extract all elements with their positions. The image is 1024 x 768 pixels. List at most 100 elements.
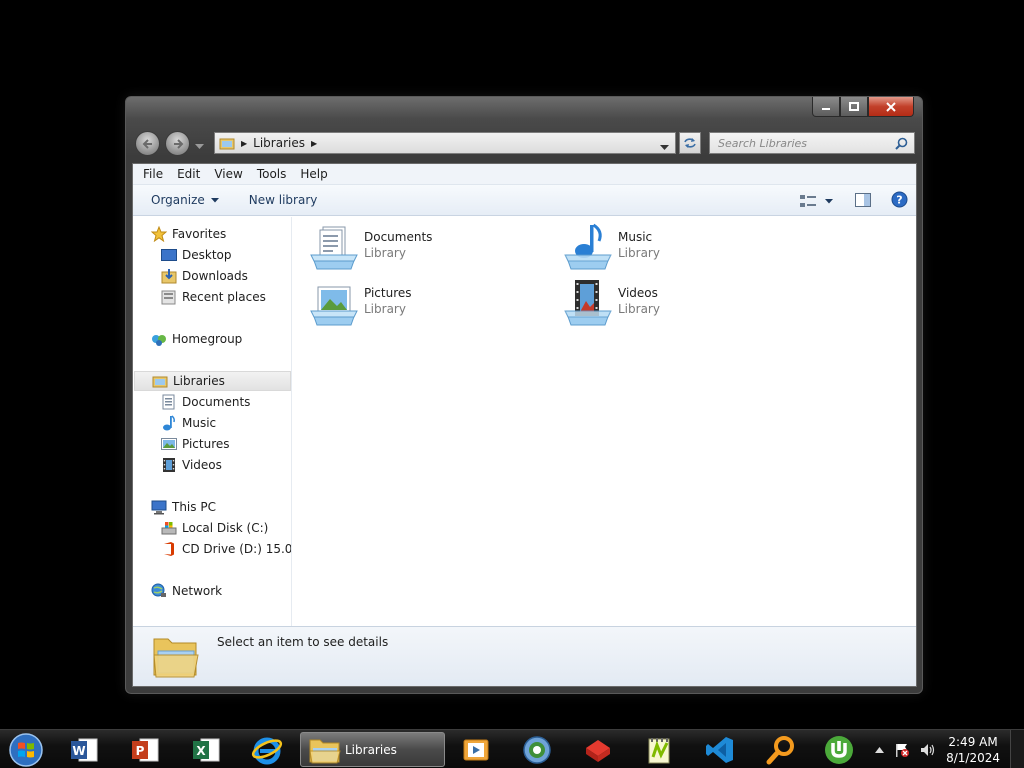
chevron-down-icon bbox=[195, 144, 204, 149]
nav-homegroup[interactable]: Homegroup bbox=[151, 329, 242, 349]
taskbar-utorrent[interactable] bbox=[813, 732, 865, 767]
menu-file[interactable]: File bbox=[137, 167, 171, 181]
new-library-button[interactable]: New library bbox=[249, 193, 318, 207]
recent-pages-dropdown[interactable] bbox=[195, 139, 204, 153]
taskbar-internet-explorer[interactable] bbox=[241, 732, 293, 767]
window-controls bbox=[812, 97, 914, 117]
menu-help[interactable]: Help bbox=[294, 167, 335, 181]
close-button[interactable] bbox=[868, 97, 914, 117]
chevron-down-icon bbox=[660, 145, 669, 150]
nav-local-disk[interactable]: Local Disk (C:) bbox=[161, 518, 268, 538]
organize-button[interactable]: Organize bbox=[151, 193, 219, 207]
library-name: Pictures bbox=[364, 286, 412, 300]
menu-edit[interactable]: Edit bbox=[171, 167, 208, 181]
breadcrumb-separator-icon[interactable]: ▶ bbox=[311, 139, 317, 148]
library-name: Documents bbox=[364, 230, 433, 244]
pictures-library-icon bbox=[310, 286, 358, 326]
taskbar-excel[interactable]: X bbox=[180, 732, 232, 767]
nav-pictures[interactable]: Pictures bbox=[161, 434, 230, 454]
pictures-icon bbox=[161, 436, 177, 452]
search-icon[interactable] bbox=[895, 137, 908, 150]
preview-pane-icon bbox=[855, 192, 871, 207]
nav-label: Downloads bbox=[182, 269, 248, 283]
volume-button[interactable] bbox=[920, 743, 936, 757]
taskbar-word[interactable]: W bbox=[58, 732, 110, 767]
library-name: Videos bbox=[618, 286, 658, 300]
taskbar-search-app[interactable] bbox=[755, 732, 807, 767]
recent-places-icon bbox=[161, 289, 177, 305]
nav-recent-places[interactable]: Recent places bbox=[161, 287, 266, 307]
globe-browser-icon bbox=[523, 735, 551, 764]
menu-view[interactable]: View bbox=[208, 167, 250, 181]
word-icon: W bbox=[71, 738, 98, 761]
library-documents[interactable]: Documents Library bbox=[309, 221, 509, 271]
chevron-down-icon bbox=[210, 197, 219, 202]
nav-desktop[interactable]: Desktop bbox=[161, 245, 232, 265]
nav-favorites[interactable]: Favorites bbox=[151, 224, 226, 244]
show-desktop-button[interactable] bbox=[1010, 730, 1024, 768]
nav-cd-drive[interactable]: CD Drive (D:) 15.0.45 bbox=[161, 539, 291, 559]
nav-label: Pictures bbox=[182, 437, 230, 451]
taskbar-vscode[interactable] bbox=[694, 732, 746, 767]
address-dropdown[interactable] bbox=[660, 140, 669, 154]
taskbar-browser[interactable] bbox=[511, 732, 563, 767]
breadcrumb-libraries[interactable]: Libraries bbox=[253, 136, 305, 150]
preview-pane-button[interactable] bbox=[855, 192, 871, 210]
taskbar-archive-app[interactable] bbox=[572, 732, 624, 767]
nav-libraries[interactable]: Libraries bbox=[134, 371, 291, 391]
nav-this-pc[interactable]: This PC bbox=[151, 497, 216, 517]
change-view-button[interactable] bbox=[799, 194, 833, 209]
taskbar-libraries[interactable]: Libraries bbox=[300, 732, 445, 767]
details-message: Select an item to see details bbox=[217, 635, 389, 649]
nav-label: Local Disk (C:) bbox=[182, 521, 269, 535]
back-button[interactable] bbox=[135, 131, 160, 156]
help-button[interactable]: ? bbox=[891, 191, 908, 211]
close-icon bbox=[886, 101, 896, 112]
library-music[interactable]: Music Library bbox=[563, 221, 763, 271]
address-bar[interactable]: ▶ Libraries ▶ bbox=[214, 132, 676, 154]
documents-library-icon bbox=[310, 226, 358, 270]
maximize-button[interactable] bbox=[840, 97, 868, 117]
libraries-folder-icon bbox=[219, 138, 235, 150]
minimize-button[interactable] bbox=[812, 97, 840, 117]
nav-documents[interactable]: Documents bbox=[161, 392, 250, 412]
internet-explorer-icon bbox=[251, 737, 283, 764]
forward-button[interactable] bbox=[165, 131, 190, 156]
svg-text:P: P bbox=[136, 744, 145, 758]
taskbar-powerpoint[interactable]: P bbox=[119, 732, 171, 767]
libraries-folder-icon bbox=[309, 739, 341, 763]
nav-music[interactable]: Music bbox=[161, 413, 216, 433]
library-pictures[interactable]: Pictures Library bbox=[309, 277, 509, 327]
explorer-window: ▶ Libraries ▶ File Edit View T bbox=[125, 96, 923, 694]
nav-label: Music bbox=[182, 416, 217, 430]
taskbar-notepad-plus-plus[interactable] bbox=[633, 732, 685, 767]
view-options-icon bbox=[800, 194, 816, 207]
taskbar: W P X Libraries 2:49 AM 8/1/2024 bbox=[0, 729, 1024, 768]
nav-network[interactable]: Network bbox=[151, 581, 222, 601]
refresh-button[interactable] bbox=[679, 132, 701, 154]
taskbar-app-label: Libraries bbox=[345, 742, 397, 757]
nav-downloads[interactable]: Downloads bbox=[161, 266, 248, 286]
library-name: Music bbox=[618, 230, 653, 244]
search-box[interactable] bbox=[709, 132, 915, 154]
clock-time: 2:49 AM bbox=[948, 734, 998, 749]
nav-videos[interactable]: Videos bbox=[161, 455, 222, 475]
powerpoint-icon: P bbox=[132, 738, 159, 761]
taskbar-media-player[interactable] bbox=[450, 732, 502, 767]
search-input[interactable] bbox=[718, 136, 895, 150]
homegroup-icon bbox=[151, 331, 167, 347]
film-strip-icon bbox=[161, 457, 177, 473]
network-icon bbox=[151, 583, 167, 599]
action-center-button[interactable] bbox=[894, 742, 910, 758]
start-button[interactable] bbox=[6, 731, 46, 768]
back-arrow-icon bbox=[142, 138, 152, 149]
clock[interactable]: 2:49 AM 8/1/2024 bbox=[946, 734, 1000, 766]
documents-icon bbox=[161, 394, 177, 410]
file-list: Documents Library Music Library Pictures… bbox=[293, 217, 916, 626]
downloads-icon bbox=[161, 268, 177, 284]
show-hidden-icons-button[interactable] bbox=[875, 746, 885, 753]
library-type: Library bbox=[364, 302, 406, 316]
menu-tools[interactable]: Tools bbox=[251, 167, 295, 181]
library-videos[interactable]: Videos Library bbox=[563, 277, 763, 327]
nav-label: Documents bbox=[182, 395, 251, 409]
